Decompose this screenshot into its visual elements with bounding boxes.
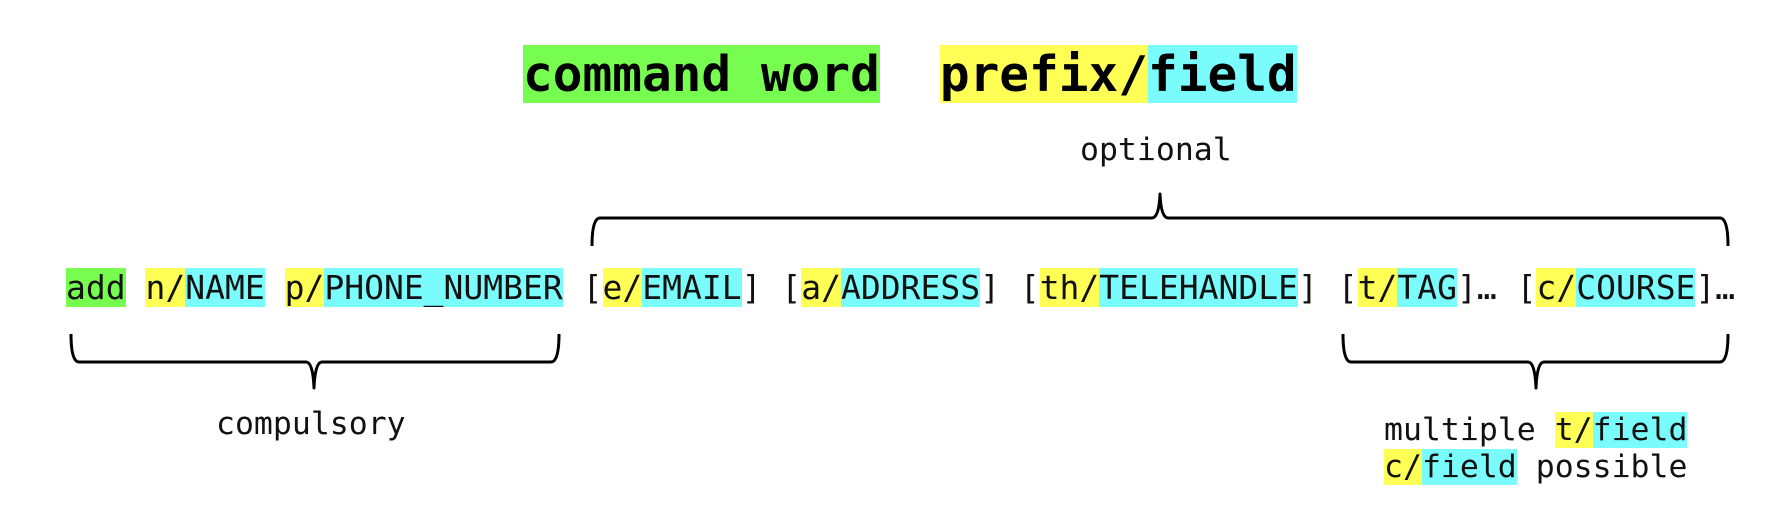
multiple-course-prefix: c/ (1384, 449, 1422, 485)
param-phone: p/PHONE_NUMBER (284, 268, 563, 307)
param-field: TAG (1397, 268, 1457, 307)
param-prefix: t/ (1357, 268, 1398, 307)
compulsory-label: compulsory (216, 406, 406, 442)
param-prefix: a/ (801, 268, 841, 307)
param-field: ADDRESS (840, 268, 981, 307)
optional-brace (590, 192, 1730, 247)
param-field: TELEHANDLE (1099, 268, 1298, 307)
param-prefix: c/ (1536, 268, 1577, 307)
command-format: add n/NAME p/PHONE_NUMBER [e/EMAIL] [a/A… (66, 268, 1735, 307)
multiple-label: multiple t/field c/field possible (1384, 412, 1688, 486)
param-prefix: n/ (145, 268, 186, 307)
multiple-tag-field: field (1592, 412, 1688, 448)
param-name: n/NAME (145, 268, 265, 307)
param-tag: [t/TAG]… (1337, 268, 1497, 307)
param-email: [e/EMAIL] (582, 268, 762, 307)
multiple-text: multiple (1384, 412, 1555, 448)
compulsory-brace (69, 333, 561, 390)
param-prefix: p/ (284, 268, 325, 307)
param-telehandle: [th/TELEHANDLE] (1019, 268, 1318, 307)
possible-text: possible (1516, 449, 1688, 485)
param-address: [a/ADDRESS] (781, 268, 1000, 307)
multiple-brace (1341, 333, 1730, 390)
param-field: COURSE (1576, 268, 1696, 307)
param-field: EMAIL (642, 268, 742, 307)
multiple-tag-prefix: t/ (1554, 412, 1593, 448)
param-prefix: th/ (1039, 268, 1100, 307)
multiple-course-field: field (1421, 449, 1517, 485)
param-prefix: e/ (602, 268, 643, 307)
param-field: PHONE_NUMBER (324, 268, 563, 307)
command-word: add (66, 268, 126, 307)
param-field: NAME (185, 268, 265, 307)
param-course: [c/COURSE]… (1516, 268, 1736, 307)
